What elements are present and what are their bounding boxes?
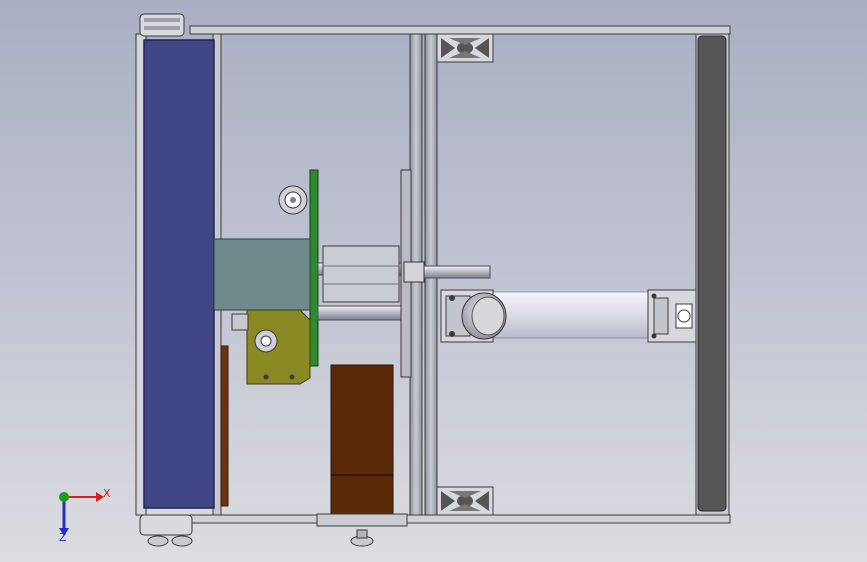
x-axis-label: X	[103, 487, 111, 500]
roller-right-bearing[interactable]	[647, 289, 697, 343]
orientation-triad[interactable]	[59, 492, 104, 536]
right-end-plate[interactable]	[695, 33, 730, 516]
roller-end-cap[interactable]	[461, 292, 507, 340]
slide-carriage[interactable]	[322, 245, 400, 303]
cad-viewport[interactable]: X Z	[0, 0, 867, 562]
top-pulley[interactable]	[139, 13, 185, 37]
idler-bearing[interactable]	[278, 185, 308, 215]
bottom-pulley[interactable]	[139, 514, 193, 547]
gearbox-mount	[231, 313, 249, 331]
z-axis-label: Z	[59, 531, 67, 544]
gearbox-bracket[interactable]	[246, 309, 311, 385]
top-profile-bracket[interactable]	[436, 33, 494, 63]
guide-rod-lower[interactable]	[317, 305, 407, 321]
pcb-board[interactable]	[309, 169, 319, 367]
main-shaft[interactable]	[403, 261, 491, 283]
motor-block[interactable]	[213, 238, 311, 311]
top-frame-rail[interactable]	[189, 25, 731, 35]
side-guide-strip	[220, 345, 229, 507]
motor-base-pulley[interactable]	[350, 529, 374, 547]
stepper-motor[interactable]	[316, 364, 408, 527]
bottom-profile-bracket[interactable]	[436, 486, 494, 516]
assembly-drawing	[59, 13, 731, 547]
conveyor-belt[interactable]	[135, 33, 215, 516]
bottom-frame-rail[interactable]	[189, 514, 731, 524]
